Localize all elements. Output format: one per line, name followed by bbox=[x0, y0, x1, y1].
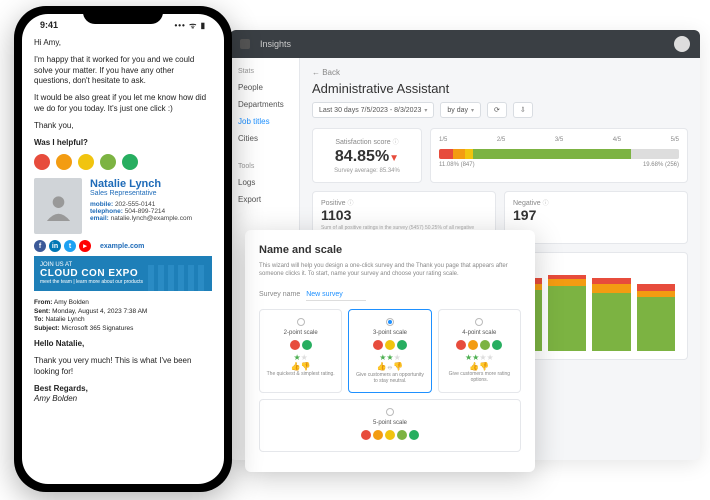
positive-label: Positive bbox=[321, 198, 487, 207]
status-time: 9:41 bbox=[40, 20, 58, 31]
wizard-title: Name and scale bbox=[259, 244, 521, 256]
radio-icon bbox=[386, 408, 394, 416]
email-thanks: Thank you, bbox=[34, 121, 212, 132]
reply-body: Thank you very much! This is what I've b… bbox=[34, 356, 212, 378]
phone-screen: 9:41 ••• ᯤ ▮ Hi Amy, I'm happy that it w… bbox=[22, 14, 224, 484]
nav-insights[interactable]: Insights bbox=[260, 39, 291, 49]
thumbs-icon: 👍👎 bbox=[264, 362, 337, 371]
back-link[interactable]: ← Back bbox=[312, 68, 688, 77]
thumbs-icon: 👍⦵👎 bbox=[353, 362, 426, 372]
distribution-bar bbox=[439, 149, 679, 159]
scale-option-4pt[interactable]: 4-point scale ★★★★ 👍👎 Give customers mor… bbox=[438, 309, 521, 393]
sidebar-item-departments[interactable]: Departments bbox=[230, 96, 299, 113]
satisfaction-value: 84.85% bbox=[335, 148, 389, 165]
reply-signoff: Best Regards, bbox=[34, 384, 88, 393]
radio-icon bbox=[386, 318, 394, 326]
survey-wizard-modal: Name and scale This wizard will help you… bbox=[245, 230, 535, 472]
signature-photo bbox=[34, 178, 82, 234]
dist-left-label: 11.08% (847) bbox=[439, 162, 475, 168]
helpful-question: Was I helpful? bbox=[34, 138, 88, 147]
chevron-down-icon: ▾ bbox=[424, 107, 427, 114]
side-heading-stats: Stats bbox=[230, 64, 299, 79]
phone-notch bbox=[83, 6, 163, 24]
sidebar-item-logs[interactable]: Logs bbox=[230, 174, 299, 191]
sig-email: natalie.lynch@example.com bbox=[111, 215, 192, 222]
side-heading-tools: Tools bbox=[230, 159, 299, 174]
scale-option-5pt[interactable]: 5-point scale bbox=[259, 399, 521, 452]
sig-website[interactable]: example.com bbox=[100, 240, 144, 252]
sig-telephone: 504-899-7214 bbox=[125, 208, 165, 215]
dashboard-topbar: Insights bbox=[230, 30, 700, 58]
youtube-icon[interactable]: ▸ bbox=[79, 240, 91, 252]
promo-banner[interactable]: JOIN US AT CLOUD CON EXPO meet the team … bbox=[34, 256, 212, 291]
facebook-icon[interactable]: f bbox=[34, 240, 46, 252]
granularity-picker[interactable]: by day▾ bbox=[440, 102, 481, 118]
phone-mockup: 9:41 ••• ᯤ ▮ Hi Amy, I'm happy that it w… bbox=[14, 6, 232, 492]
face-5-icon[interactable] bbox=[122, 154, 138, 170]
radio-icon bbox=[475, 318, 483, 326]
page-title: Administrative Assistant bbox=[312, 81, 688, 96]
distribution-card: 1/52/53/54/55/5 11.08% (847) 19.68% (256… bbox=[430, 128, 688, 183]
export-button[interactable]: ⇩ bbox=[513, 102, 533, 118]
face-1-icon[interactable] bbox=[34, 154, 50, 170]
linkedin-icon[interactable]: in bbox=[49, 240, 61, 252]
negative-value: 197 bbox=[513, 207, 679, 223]
face-3-icon[interactable] bbox=[78, 154, 94, 170]
sidebar-item-cities[interactable]: Cities bbox=[230, 130, 299, 147]
satisfaction-label: Satisfaction score bbox=[321, 137, 413, 146]
refresh-button[interactable]: ⟳ bbox=[487, 102, 507, 118]
email-p1: I'm happy that it worked for you and we … bbox=[34, 55, 212, 87]
trend-down-icon: ▼ bbox=[389, 153, 399, 164]
sig-mobile: 202-555-0141 bbox=[115, 201, 155, 208]
satisfaction-sub: Survey average: 85.34% bbox=[321, 168, 413, 174]
wizard-desc: This wizard will help you design a one-c… bbox=[259, 262, 521, 279]
rating-faces bbox=[34, 154, 212, 170]
avatar[interactable] bbox=[674, 36, 690, 52]
negative-label: Negative bbox=[513, 198, 679, 207]
email-signature: Natalie Lynch Sales Representative mobil… bbox=[34, 178, 212, 234]
status-icons: ••• ᯤ ▮ bbox=[174, 20, 206, 31]
face-4-icon[interactable] bbox=[100, 154, 116, 170]
survey-name-input[interactable] bbox=[306, 289, 366, 301]
positive-value: 1103 bbox=[321, 207, 487, 223]
sidebar-item-export[interactable]: Export bbox=[230, 191, 299, 208]
sidebar-item-people[interactable]: People bbox=[230, 79, 299, 96]
dist-right-label: 19.68% (256) bbox=[643, 162, 679, 168]
thumbs-icon: 👍👎 bbox=[443, 362, 516, 371]
dist-ticks: 1/52/53/54/55/5 bbox=[439, 137, 679, 143]
sig-role: Sales Representative bbox=[90, 190, 192, 197]
email-p2: It would be also great if you let me kno… bbox=[34, 93, 212, 115]
survey-name-field: Survey name bbox=[259, 289, 521, 301]
reply-name: Amy Bolden bbox=[34, 394, 77, 403]
email-meta: From: Amy Bolden Sent: Monday, August 4,… bbox=[34, 299, 212, 333]
app-menu-icon[interactable] bbox=[240, 39, 250, 49]
sidebar-item-job-titles[interactable]: Job titles bbox=[230, 113, 299, 130]
email-greeting: Hi Amy, bbox=[34, 38, 212, 49]
face-2-icon[interactable] bbox=[56, 154, 72, 170]
date-range-picker[interactable]: Last 30 days 7/5/2023 - 8/3/2023▾ bbox=[312, 102, 434, 118]
reply-greet: Hello Natalie, bbox=[34, 339, 84, 348]
twitter-icon[interactable]: t bbox=[64, 240, 76, 252]
sig-name: Natalie Lynch bbox=[90, 178, 192, 190]
scale-option-3pt[interactable]: 3-point scale ★★★ 👍⦵👎 Give customers an … bbox=[348, 309, 431, 393]
scale-option-2pt[interactable]: 2-point scale ★★ 👍👎 The quickest & simpl… bbox=[259, 309, 342, 393]
radio-icon bbox=[297, 318, 305, 326]
chevron-down-icon: ▾ bbox=[471, 107, 474, 114]
social-icons: f in t ▸ example.com bbox=[34, 240, 212, 252]
satisfaction-card: Satisfaction score 84.85%▼ Survey averag… bbox=[312, 128, 422, 183]
